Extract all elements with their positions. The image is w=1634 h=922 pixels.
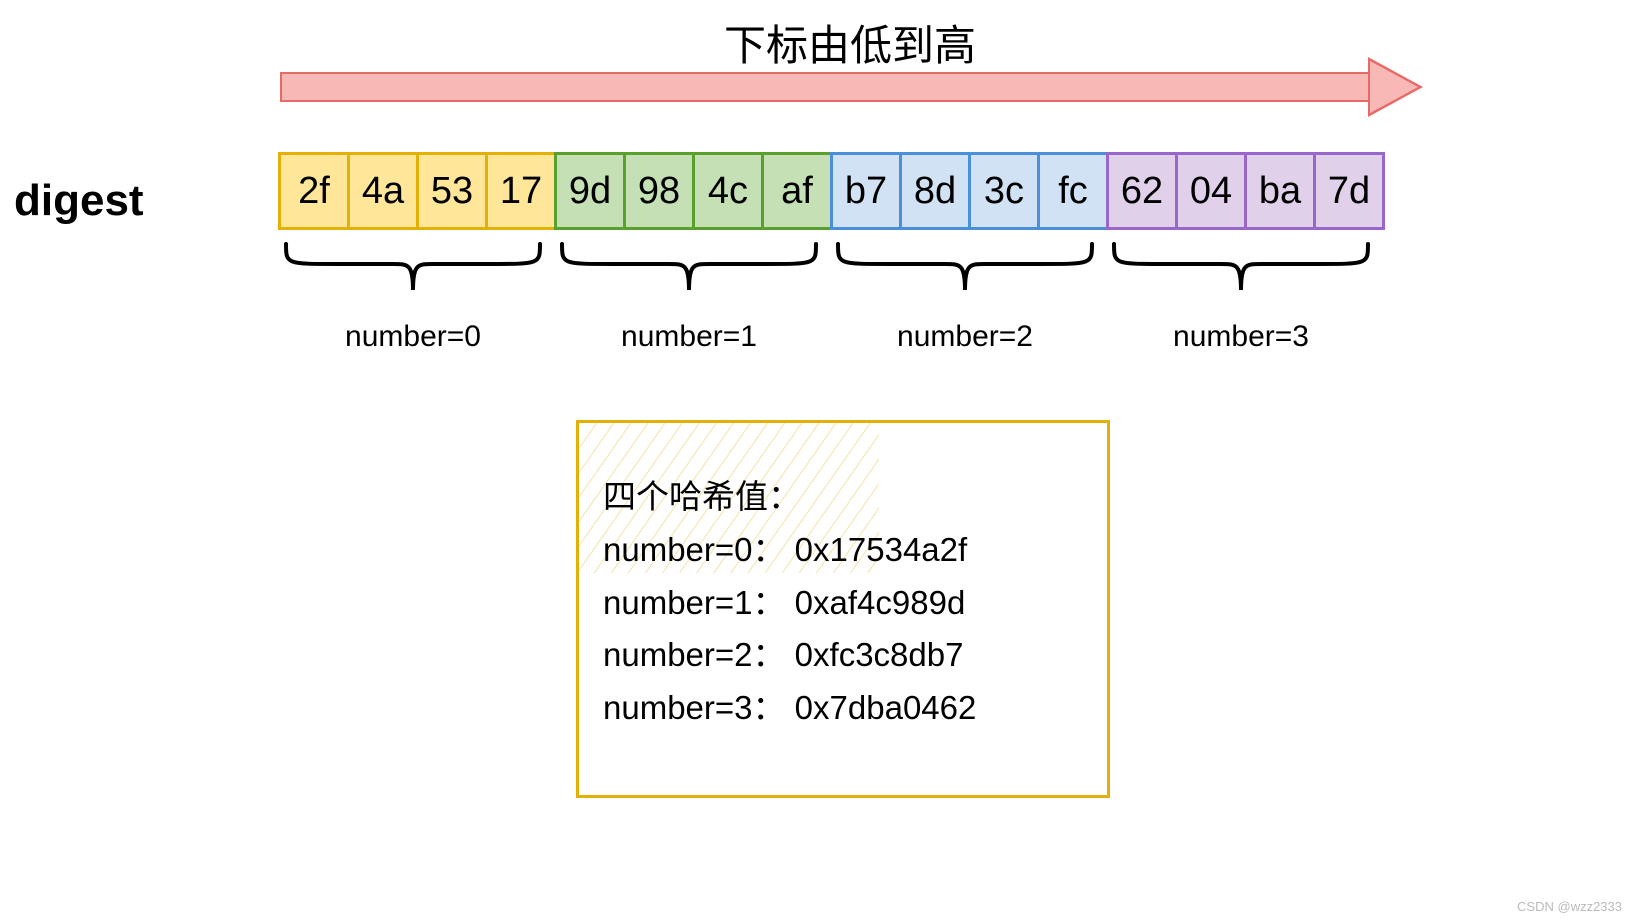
byte-cell: 7d bbox=[1313, 152, 1385, 230]
byte-cell: b7 bbox=[830, 152, 902, 230]
digest-bytes-row: 2f4a53179d984cafb78d3cfc6204ba7d bbox=[278, 152, 1385, 230]
hash-line: number=2： 0xfc3c8db7 bbox=[603, 629, 1083, 682]
byte-cell: 4a bbox=[347, 152, 419, 230]
hash-line: number=3： 0x7dba0462 bbox=[603, 682, 1083, 735]
byte-cell: 2f bbox=[278, 152, 350, 230]
byte-cell: 53 bbox=[416, 152, 488, 230]
index-arrow bbox=[280, 62, 1425, 114]
digest-label: digest bbox=[14, 176, 144, 226]
group-label: number=1 bbox=[554, 320, 824, 354]
hashbox-lines: number=0： 0x17534a2fnumber=1： 0xaf4c989d… bbox=[603, 524, 1083, 735]
group-label: number=0 bbox=[278, 320, 548, 354]
group-label: number=2 bbox=[830, 320, 1100, 354]
watermark: CSDN @wzz2333 bbox=[1517, 899, 1622, 914]
group-brace-icon bbox=[830, 240, 1100, 300]
byte-cell: 3c bbox=[968, 152, 1040, 230]
hash-line: number=1： 0xaf4c989d bbox=[603, 577, 1083, 630]
hash-line: number=0： 0x17534a2f bbox=[603, 524, 1083, 577]
byte-cell: fc bbox=[1037, 152, 1109, 230]
byte-cell: ba bbox=[1244, 152, 1316, 230]
hash-values-box: 四个哈希值： number=0： 0x17534a2fnumber=1： 0xa… bbox=[576, 420, 1110, 798]
byte-cell: 17 bbox=[485, 152, 557, 230]
byte-cell: 4c bbox=[692, 152, 764, 230]
byte-cell: af bbox=[761, 152, 833, 230]
byte-cell: 98 bbox=[623, 152, 695, 230]
arrow-head-icon bbox=[1368, 57, 1423, 117]
group-brace-icon bbox=[278, 240, 548, 300]
group-brace-icon bbox=[1106, 240, 1376, 300]
byte-cell: 04 bbox=[1175, 152, 1247, 230]
hashbox-title: 四个哈希值： bbox=[603, 471, 1083, 524]
byte-cell: 62 bbox=[1106, 152, 1178, 230]
group-brace-icon bbox=[554, 240, 824, 300]
group-label: number=3 bbox=[1106, 320, 1376, 354]
byte-cell: 8d bbox=[899, 152, 971, 230]
byte-cell: 9d bbox=[554, 152, 626, 230]
arrow-shaft bbox=[280, 72, 1370, 102]
